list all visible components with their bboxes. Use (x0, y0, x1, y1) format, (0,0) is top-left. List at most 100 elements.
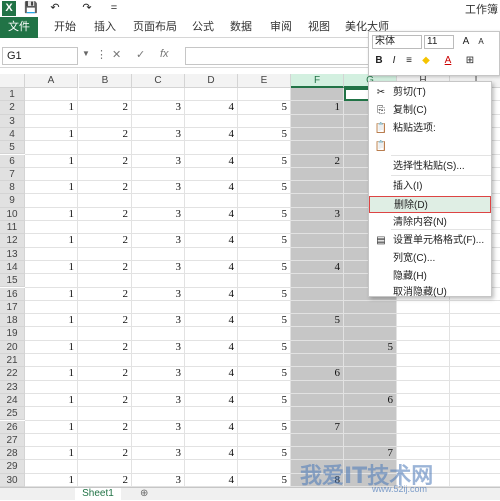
cell[interactable]: 5 (238, 447, 288, 460)
cell[interactable]: 4 (185, 394, 235, 407)
menu-item-delete[interactable]: 删除(D) (369, 196, 491, 213)
row-header[interactable]: 11 (0, 221, 25, 235)
row-header[interactable]: 7 (0, 167, 25, 182)
cell[interactable]: 3 (132, 128, 182, 141)
cell[interactable]: 4 (185, 261, 235, 274)
cell[interactable]: 1 (25, 367, 75, 380)
cell[interactable]: 4 (185, 101, 235, 114)
row-header[interactable]: 14 (0, 260, 25, 275)
cell[interactable]: 5 (238, 421, 288, 434)
menu-item-column-width[interactable]: 列宽(C)... (369, 250, 491, 267)
cell[interactable]: 2 (79, 101, 129, 114)
cell[interactable]: 3 (132, 341, 182, 354)
cell[interactable]: 5 (238, 288, 288, 301)
name-box[interactable]: G1 (2, 47, 78, 65)
menu-item-unhide[interactable]: 取消隐藏(U) (369, 284, 491, 301)
cell[interactable]: 5 (238, 367, 288, 380)
row-header[interactable]: 12 (0, 234, 25, 248)
bold-button[interactable]: B (372, 54, 386, 68)
row-header[interactable]: 28 (0, 447, 25, 461)
customize-qat-icon[interactable]: = (108, 1, 120, 16)
cell[interactable]: 1 (25, 341, 75, 354)
row-header[interactable]: 18 (0, 314, 25, 328)
cell[interactable]: 4 (185, 421, 235, 434)
decrease-font-icon[interactable]: A (474, 35, 488, 49)
cell[interactable]: 4 (291, 261, 341, 274)
cell[interactable]: 4 (185, 155, 235, 168)
row-header[interactable]: 24 (0, 393, 25, 408)
row-header[interactable]: 10 (0, 207, 25, 221)
row-header[interactable]: 26 (0, 420, 25, 434)
cell[interactable]: 5 (238, 261, 288, 274)
cell[interactable]: 2 (79, 341, 129, 354)
menu-item-paste-special[interactable]: 选择性粘贴(S)... (369, 158, 491, 175)
column-header-a[interactable]: A (25, 74, 78, 88)
cell[interactable]: 4 (185, 341, 235, 354)
column-header-e[interactable]: E (238, 74, 291, 88)
row-header[interactable]: 23 (0, 380, 25, 394)
cell[interactable]: 1 (25, 261, 75, 274)
row-header[interactable]: 29 (0, 460, 25, 474)
cell[interactable]: 3 (132, 474, 182, 487)
cell[interactable]: 3 (132, 101, 182, 114)
cell[interactable]: 1 (25, 474, 75, 487)
row-header[interactable]: 13 (0, 247, 25, 261)
cell[interactable]: 5 (238, 155, 288, 168)
column-header-b[interactable]: B (79, 74, 132, 88)
cell[interactable]: 4 (185, 314, 235, 327)
cell[interactable]: 2 (79, 474, 129, 487)
cell[interactable]: 2 (291, 155, 341, 168)
cell[interactable]: 1 (25, 128, 75, 141)
cell[interactable]: 5 (238, 101, 288, 114)
cell[interactable]: 3 (132, 155, 182, 168)
cell[interactable]: 2 (79, 394, 129, 407)
row-header[interactable]: 17 (0, 300, 25, 315)
select-all-corner[interactable] (0, 74, 25, 88)
cell[interactable]: 3 (132, 447, 182, 460)
cell[interactable]: 2 (79, 314, 129, 327)
cell[interactable]: 1 (291, 101, 341, 114)
column-header-c[interactable]: C (132, 74, 185, 88)
row-header[interactable]: 2 (0, 101, 25, 115)
cell[interactable]: 3 (132, 367, 182, 380)
cell[interactable]: 1 (25, 394, 75, 407)
row-header[interactable]: 16 (0, 287, 25, 301)
cell[interactable]: 6 (344, 394, 394, 407)
cell[interactable]: 7 (291, 421, 341, 434)
cell[interactable]: 3 (132, 234, 182, 247)
save-icon[interactable]: 💾 (24, 1, 38, 16)
cell[interactable]: 2 (79, 208, 129, 221)
cell[interactable]: 2 (79, 261, 129, 274)
tab-insert[interactable]: 插入 (90, 17, 120, 38)
menu-item-copy[interactable]: ⎘ 复制(C) (369, 102, 491, 119)
tab-review[interactable]: 审阅 (266, 17, 296, 38)
cell[interactable]: 3 (132, 208, 182, 221)
cell[interactable]: 4 (185, 128, 235, 141)
align-icon[interactable]: ≡ (402, 54, 416, 68)
column-header-d[interactable]: D (185, 74, 238, 88)
row-header[interactable]: 19 (0, 327, 25, 341)
row-header[interactable]: 6 (0, 154, 25, 168)
row-header[interactable]: 1 (0, 88, 25, 102)
tab-data[interactable]: 数据 (226, 17, 256, 38)
cell[interactable]: 2 (79, 447, 129, 460)
cell[interactable]: 1 (25, 101, 75, 114)
cell[interactable]: 2 (79, 181, 129, 194)
cell[interactable]: 5 (238, 128, 288, 141)
cell[interactable]: 5 (344, 341, 394, 354)
italic-button[interactable]: I (387, 54, 401, 68)
cell[interactable]: 5 (238, 234, 288, 247)
cell[interactable]: 5 (238, 394, 288, 407)
undo-icon[interactable]: ↶ (48, 1, 62, 16)
cell[interactable]: 1 (25, 155, 75, 168)
cell[interactable]: 5 (238, 474, 288, 487)
cell[interactable]: 2 (79, 367, 129, 380)
menu-item-hide[interactable]: 隐藏(H) (369, 268, 491, 285)
cell[interactable]: 5 (291, 314, 341, 327)
row-header[interactable]: 27 (0, 433, 25, 448)
cell[interactable]: 2 (79, 234, 129, 247)
cell[interactable]: 2 (79, 155, 129, 168)
row-header[interactable]: 8 (0, 181, 25, 195)
tab-home[interactable]: 开始 (50, 17, 80, 38)
cell[interactable]: 5 (238, 314, 288, 327)
